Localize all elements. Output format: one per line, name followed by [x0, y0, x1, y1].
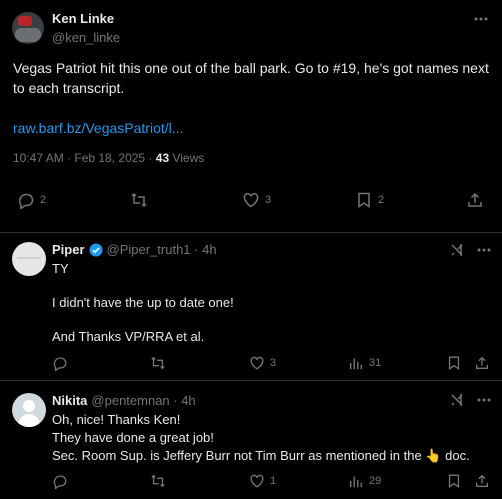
reply-button[interactable]	[52, 355, 73, 371]
reply-count: 2	[40, 194, 47, 206]
reply-header: Nikita @pentemnan · 4h	[52, 393, 196, 408]
reply-line: Sec. Room Sup. is Jeffery Burr not Tim B…	[52, 447, 470, 465]
reply-line-text: Sec. Room Sup. is Jeffery Burr not Tim B…	[52, 448, 426, 463]
heart-icon	[249, 473, 265, 489]
post-meta: 10:47 AM · Feb 18, 2025 · 43 Views	[13, 151, 204, 165]
views-button[interactable]: 31	[348, 355, 381, 371]
bookmark-button[interactable]	[446, 355, 462, 371]
bookmark-icon	[355, 191, 373, 209]
reply-icon	[52, 473, 68, 489]
reply-line-text: doc.	[441, 448, 470, 463]
main-post: Ken Linke @ken_linke Vegas Patriot hit t…	[0, 0, 502, 232]
like-count: 3	[265, 194, 272, 206]
heart-icon	[242, 191, 260, 209]
reply-line: And Thanks VP/RRA et al.	[52, 329, 205, 344]
share-icon	[474, 355, 490, 371]
more-options-icon[interactable]	[475, 241, 493, 259]
like-count: 1	[270, 475, 277, 487]
author-name[interactable]: Nikita	[52, 393, 87, 408]
views-count: 43	[155, 151, 170, 165]
author-handle[interactable]: @pentemnan · 4h	[91, 393, 195, 408]
more-options-icon[interactable]	[472, 10, 490, 28]
author-name[interactable]: Piper	[52, 242, 85, 257]
reply-line: Oh, nice! Thanks Ken!	[52, 412, 181, 427]
share-button[interactable]	[466, 191, 484, 209]
share-icon	[474, 473, 490, 489]
repost-icon	[130, 191, 148, 209]
author-handle[interactable]: @Piper_truth1 · 4h	[107, 242, 217, 257]
share-button[interactable]	[474, 473, 490, 489]
views-button[interactable]: 29	[348, 473, 381, 489]
avatar[interactable]	[12, 242, 46, 276]
timestamp[interactable]: 10:47 AM · Feb 18, 2025 ·	[13, 151, 156, 165]
author-name[interactable]: Ken Linke	[52, 11, 114, 26]
repost-button[interactable]	[150, 355, 171, 371]
bookmark-icon	[446, 473, 462, 489]
repost-icon	[150, 355, 166, 371]
reply-icon	[52, 355, 68, 371]
post-link[interactable]: raw.barf.bz/VegasPatriot/l...	[13, 118, 183, 138]
avatar[interactable]	[12, 12, 44, 44]
more-options-icon[interactable]	[475, 391, 493, 409]
reply-line: I didn't have the up to date one!	[52, 295, 234, 310]
like-button[interactable]: 3	[242, 191, 271, 209]
views-count: 31	[369, 357, 382, 369]
reply-button[interactable]	[52, 473, 73, 489]
grok-icon[interactable]	[449, 392, 465, 408]
repost-button[interactable]	[130, 191, 153, 209]
grok-icon[interactable]	[449, 242, 465, 258]
like-button[interactable]: 1	[249, 473, 276, 489]
repost-button[interactable]	[150, 473, 171, 489]
reply-line: They have done a great job!	[52, 430, 214, 445]
author-handle[interactable]: @ken_linke	[52, 30, 120, 45]
reply-button[interactable]: 2	[17, 191, 46, 209]
bookmark-button[interactable]: 2	[355, 191, 384, 209]
verified-badge-icon	[89, 243, 103, 257]
pointing-up-emoji: 👆	[425, 448, 442, 463]
avatar[interactable]	[12, 393, 46, 427]
share-icon	[466, 191, 484, 209]
post-text: Vegas Patriot hit this one out of the ba…	[13, 60, 489, 96]
bookmark-button[interactable]	[446, 473, 462, 489]
share-button[interactable]	[474, 355, 490, 371]
reply-post: Nikita @pentemnan · 4h Oh, nice! Thanks …	[0, 381, 502, 499]
like-count: 3	[270, 357, 277, 369]
reply-post: Piper @Piper_truth1 · 4h TY I didn't hav…	[0, 233, 502, 379]
repost-icon	[150, 473, 166, 489]
reply-line: TY	[52, 261, 69, 276]
views-count: 29	[369, 475, 382, 487]
bookmark-count: 2	[378, 194, 385, 206]
analytics-icon	[348, 355, 364, 371]
bookmark-icon	[446, 355, 462, 371]
views-label: Views	[169, 151, 205, 165]
reply-header: Piper @Piper_truth1 · 4h	[52, 242, 217, 257]
heart-icon	[249, 355, 265, 371]
like-button[interactable]: 3	[249, 355, 276, 371]
reply-icon	[17, 191, 35, 209]
analytics-icon	[348, 473, 364, 489]
